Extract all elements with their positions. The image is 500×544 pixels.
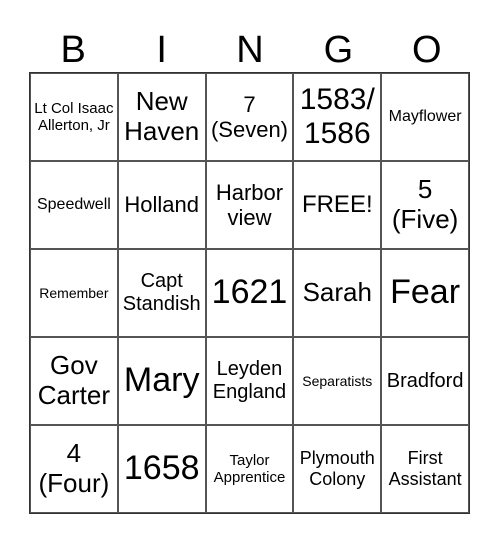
bingo-cell[interactable]: Bradford: [381, 337, 469, 425]
bingo-cell[interactable]: Mary: [117, 337, 206, 425]
bingo-cell[interactable]: Fear: [381, 249, 469, 337]
bingo-cell[interactable]: Harbor view: [205, 161, 294, 249]
bingo-cell[interactable]: Capt Standish: [117, 249, 206, 337]
bingo-cell[interactable]: 1621: [205, 249, 294, 337]
header-letter-b: B: [60, 29, 86, 71]
bingo-cell[interactable]: 4 (Four): [30, 425, 118, 513]
bingo-cell[interactable]: Plymouth Colony: [293, 425, 382, 513]
bingo-cell[interactable]: 1583/ 1586: [293, 73, 382, 161]
bingo-cell[interactable]: Leyden England: [205, 337, 294, 425]
bingo-cell[interactable]: Mayflower: [381, 73, 469, 161]
bingo-cell[interactable]: 5 (Five): [381, 161, 469, 249]
bingo-cell[interactable]: Lt Col Isaac Allerton, Jr: [30, 73, 118, 161]
bingo-grid: Lt Col Isaac Allerton, Jr New Haven 7 (S…: [29, 72, 470, 514]
header-letter-i: I: [156, 29, 167, 71]
bingo-cell[interactable]: 1658: [117, 425, 206, 513]
bingo-header: B I N G O: [29, 28, 471, 72]
header-letter-o: O: [412, 29, 442, 71]
bingo-cell[interactable]: Taylor Apprentice: [205, 425, 294, 513]
bingo-cell[interactable]: Sarah: [293, 249, 382, 337]
bingo-cell[interactable]: Remember: [30, 249, 118, 337]
header-letter-g: G: [323, 29, 354, 71]
bingo-cell[interactable]: Separatists: [293, 337, 382, 425]
bingo-cell[interactable]: Gov Carter: [30, 337, 118, 425]
bingo-cell-free[interactable]: FREE!: [293, 161, 382, 249]
bingo-cell[interactable]: 7 (Seven): [205, 73, 294, 161]
header-letter-n: N: [236, 29, 264, 71]
bingo-cell[interactable]: First Assistant: [381, 425, 469, 513]
bingo-cell[interactable]: Holland: [117, 161, 206, 249]
bingo-cell[interactable]: New Haven: [117, 73, 206, 161]
bingo-cell[interactable]: Speedwell: [30, 161, 118, 249]
